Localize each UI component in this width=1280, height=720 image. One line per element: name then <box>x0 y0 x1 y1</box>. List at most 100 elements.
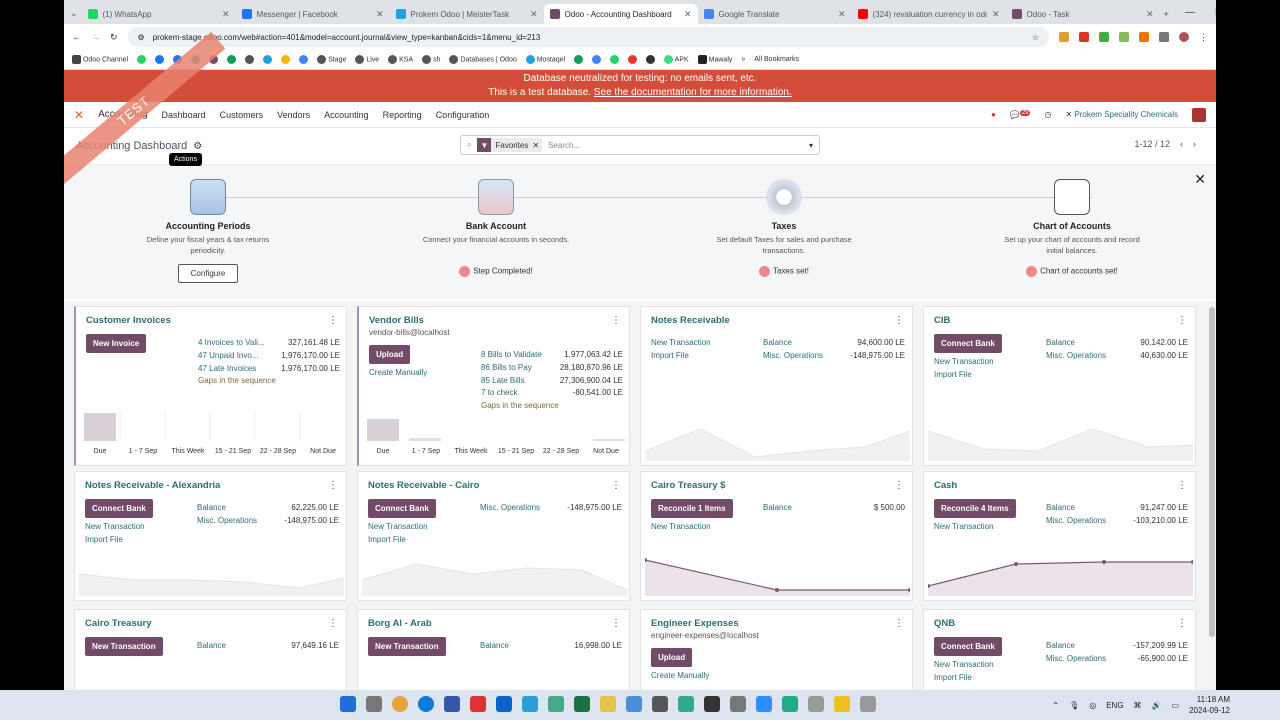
close-tab-icon[interactable]: ✕ <box>992 9 1000 20</box>
bookmark-icon[interactable] <box>281 55 291 64</box>
stat-link[interactable]: 7 to check <box>481 387 517 400</box>
scrollbar-thumb[interactable] <box>1209 307 1215 637</box>
new-tab-button[interactable]: + <box>1160 9 1173 24</box>
balance-graph[interactable] <box>362 560 627 596</box>
stat-link[interactable]: 47 Late Invoices <box>198 363 256 376</box>
close-tab-icon[interactable]: ✕ <box>530 9 538 20</box>
excel-taskbar-icon[interactable] <box>574 696 590 712</box>
connect-bank-button[interactable]: Connect Bank <box>85 499 153 518</box>
bookmark-icon[interactable] <box>299 55 309 64</box>
sticky-notes-icon[interactable] <box>834 696 850 712</box>
stat-link[interactable]: Balance <box>197 640 226 653</box>
extension-icon[interactable] <box>1119 32 1129 42</box>
card-title[interactable]: Notes Receivable <box>651 315 902 326</box>
card-menu-icon[interactable]: ⋮ <box>894 618 904 629</box>
card-title[interactable]: CIB <box>934 315 1185 326</box>
menu-customers[interactable]: Customers <box>220 110 264 120</box>
stat-link[interactable]: Misc. Operations <box>480 502 540 515</box>
app-taskbar-icon[interactable] <box>470 696 486 712</box>
close-tab-icon[interactable]: ✕ <box>684 9 692 20</box>
outlook-taskbar-icon[interactable] <box>496 696 512 712</box>
configure-button[interactable]: Configure <box>177 264 239 283</box>
settings-taskbar-icon[interactable] <box>652 696 668 712</box>
new-transaction-link[interactable]: New Transaction <box>368 522 619 531</box>
chrome-taskbar-icon[interactable] <box>392 696 408 712</box>
bookmark-item[interactable]: Databases | Odoo <box>449 55 517 64</box>
task-view-icon[interactable] <box>366 696 382 712</box>
bookmark-item[interactable]: sh <box>422 55 440 64</box>
pager-next-icon[interactable]: › <box>1193 139 1196 149</box>
app-taskbar-icon[interactable] <box>860 696 876 712</box>
bookmark-icon[interactable] <box>574 55 584 64</box>
app-taskbar-icon[interactable] <box>782 696 798 712</box>
documentation-link[interactable]: See the documentation for more informati… <box>594 87 792 98</box>
card-title[interactable]: QNB <box>934 618 1185 629</box>
menu-configuration[interactable]: Configuration <box>436 110 490 120</box>
stat-link[interactable]: Balance <box>1046 640 1075 653</box>
chevron-up-icon[interactable]: ⌃ <box>1052 701 1059 710</box>
app-taskbar-icon[interactable] <box>444 696 460 712</box>
browser-tab[interactable]: Odoo - Accounting Dashboard ✕ <box>543 4 698 24</box>
card-menu-icon[interactable]: ⋮ <box>611 480 621 491</box>
site-info-icon[interactable]: ⚙ <box>138 33 145 42</box>
pager-value[interactable]: 1-12 / 12 <box>1134 139 1170 149</box>
bookmark-icon[interactable] <box>155 55 165 64</box>
browser-menu-icon[interactable]: ⋮ <box>1199 32 1208 43</box>
card-menu-icon[interactable]: ⋮ <box>611 618 621 629</box>
balance-graph[interactable] <box>928 421 1193 461</box>
close-tab-icon[interactable]: ✕ <box>222 9 230 20</box>
browser-tab[interactable]: Odoo - Task ✕ <box>1006 4 1160 24</box>
clock[interactable]: 11:18 AM 2024-09-12 <box>1189 694 1230 716</box>
activity-clock-icon[interactable]: ◷ <box>1044 110 1051 119</box>
balance-graph[interactable] <box>645 421 910 461</box>
extensions-puzzle-icon[interactable] <box>1159 32 1169 42</box>
bookmark-icon[interactable] <box>227 55 237 64</box>
location-icon[interactable]: ◎ <box>1089 701 1096 710</box>
stat-link[interactable]: Balance <box>480 640 509 653</box>
app-taskbar-icon[interactable] <box>808 696 824 712</box>
import-file-link[interactable]: Import File <box>934 673 1185 682</box>
search-input[interactable]: Search... <box>548 141 803 150</box>
extension-icon[interactable] <box>1059 32 1069 42</box>
stat-link[interactable]: Misc. Operations <box>1046 515 1106 528</box>
browser-tab[interactable]: Messenger | Facebook ✕ <box>236 4 390 24</box>
card-menu-icon[interactable]: ⋮ <box>611 315 621 326</box>
import-file-link[interactable]: Import File <box>934 370 1185 379</box>
bookmark-item[interactable]: Mawaly <box>697 55 732 64</box>
bookmark-item[interactable]: KSA <box>388 55 413 64</box>
card-title[interactable]: Cairo Treasury $ <box>651 480 902 491</box>
import-file-link[interactable]: Import File <box>85 535 336 544</box>
stat-link[interactable]: Balance <box>763 337 792 350</box>
upload-button[interactable]: Upload <box>651 648 693 667</box>
bookmark-item[interactable]: Live <box>355 55 379 64</box>
card-menu-icon[interactable]: ⋮ <box>894 315 904 326</box>
favorites-facet[interactable]: ▼ Favorites ✕ <box>477 138 543 152</box>
extension-icon[interactable] <box>1099 32 1109 42</box>
start-button-icon[interactable] <box>340 696 356 712</box>
extension-icon[interactable] <box>1079 32 1089 42</box>
battery-icon[interactable]: ▭ <box>1172 701 1180 710</box>
app-taskbar-icon[interactable] <box>522 696 538 712</box>
remove-facet-icon[interactable]: ✕ <box>532 141 542 150</box>
invoice-bar-chart[interactable]: Due 1 - 7 Sep This Week 15 - 21 Sep 22 -… <box>80 411 345 461</box>
stat-link[interactable]: 47 Unpaid Invo... <box>198 350 258 363</box>
status-dot-icon[interactable]: ● <box>991 110 996 119</box>
stat-link[interactable]: 86 Bills to Pay <box>481 362 532 375</box>
extension-icon[interactable] <box>1139 32 1149 42</box>
more-bookmarks-icon[interactable]: » <box>741 56 745 63</box>
close-tab-icon[interactable]: ✕ <box>1146 9 1154 20</box>
bookmark-icon[interactable] <box>610 55 620 64</box>
stat-link[interactable]: Misc. Operations <box>763 350 823 363</box>
balance-graph[interactable] <box>928 554 1193 596</box>
card-menu-icon[interactable]: ⋮ <box>1177 315 1187 326</box>
bookmark-star-icon[interactable]: ☆ <box>1032 33 1039 42</box>
balance-graph[interactable] <box>645 554 910 596</box>
app-taskbar-icon[interactable] <box>730 696 746 712</box>
stat-link[interactable]: Misc. Operations <box>1046 653 1106 666</box>
bookmark-icon[interactable] <box>245 55 255 64</box>
bookmark-icon[interactable] <box>628 55 638 64</box>
card-menu-icon[interactable]: ⋮ <box>1177 618 1187 629</box>
new-transaction-button[interactable]: New Transaction <box>368 637 446 656</box>
reconcile-button[interactable]: Reconcile 4 Items <box>934 499 1016 518</box>
new-transaction-button[interactable]: New Transaction <box>85 637 163 656</box>
